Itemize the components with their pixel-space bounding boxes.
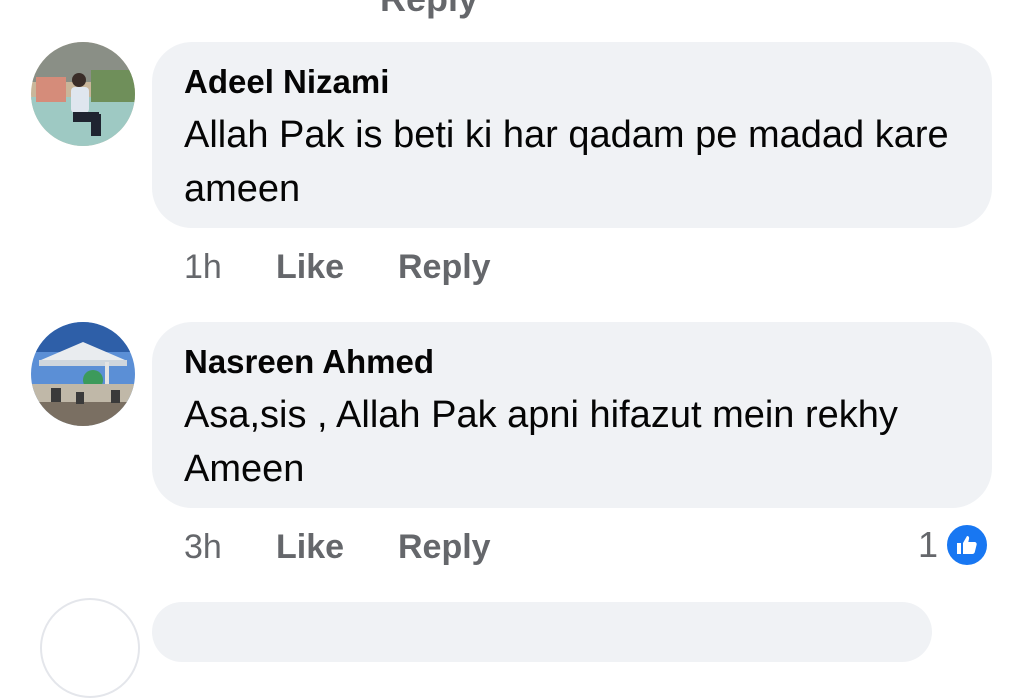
comment-bubble: Nasreen Ahmed Asa,sis , Allah Pak apni h… bbox=[152, 322, 992, 508]
reply-button[interactable]: Reply bbox=[398, 528, 491, 567]
reply-button[interactable]: Reply bbox=[398, 248, 491, 287]
thumbs-up-icon bbox=[944, 522, 991, 568]
comment-bubble bbox=[152, 602, 932, 662]
comment-author[interactable]: Nasreen Ahmed bbox=[184, 342, 960, 382]
person-photo-avatar-icon bbox=[31, 42, 135, 146]
like-button[interactable]: Like bbox=[276, 528, 344, 567]
avatar[interactable] bbox=[40, 598, 140, 698]
comment-timestamp[interactable]: 3h bbox=[184, 528, 222, 567]
reaction-summary[interactable]: 1 bbox=[918, 522, 991, 568]
avatar[interactable] bbox=[31, 322, 135, 426]
comment-text: Asa,sis , Allah Pak apni hifazut mein re… bbox=[184, 394, 898, 490]
comment-text: Allah Pak is beti ki har qadam pe madad … bbox=[184, 114, 949, 210]
comment-bubble: Adeel Nizami Allah Pak is beti ki har qa… bbox=[152, 42, 992, 228]
comment-timestamp[interactable]: 1h bbox=[184, 248, 222, 287]
mosque-photo-avatar-icon bbox=[31, 322, 135, 426]
avatar[interactable] bbox=[31, 42, 135, 146]
previous-reply-link[interactable]: Reply bbox=[380, 0, 478, 20]
like-button[interactable]: Like bbox=[276, 248, 344, 287]
comment-author[interactable]: Adeel Nizami bbox=[184, 62, 960, 102]
reaction-count: 1 bbox=[918, 524, 939, 565]
